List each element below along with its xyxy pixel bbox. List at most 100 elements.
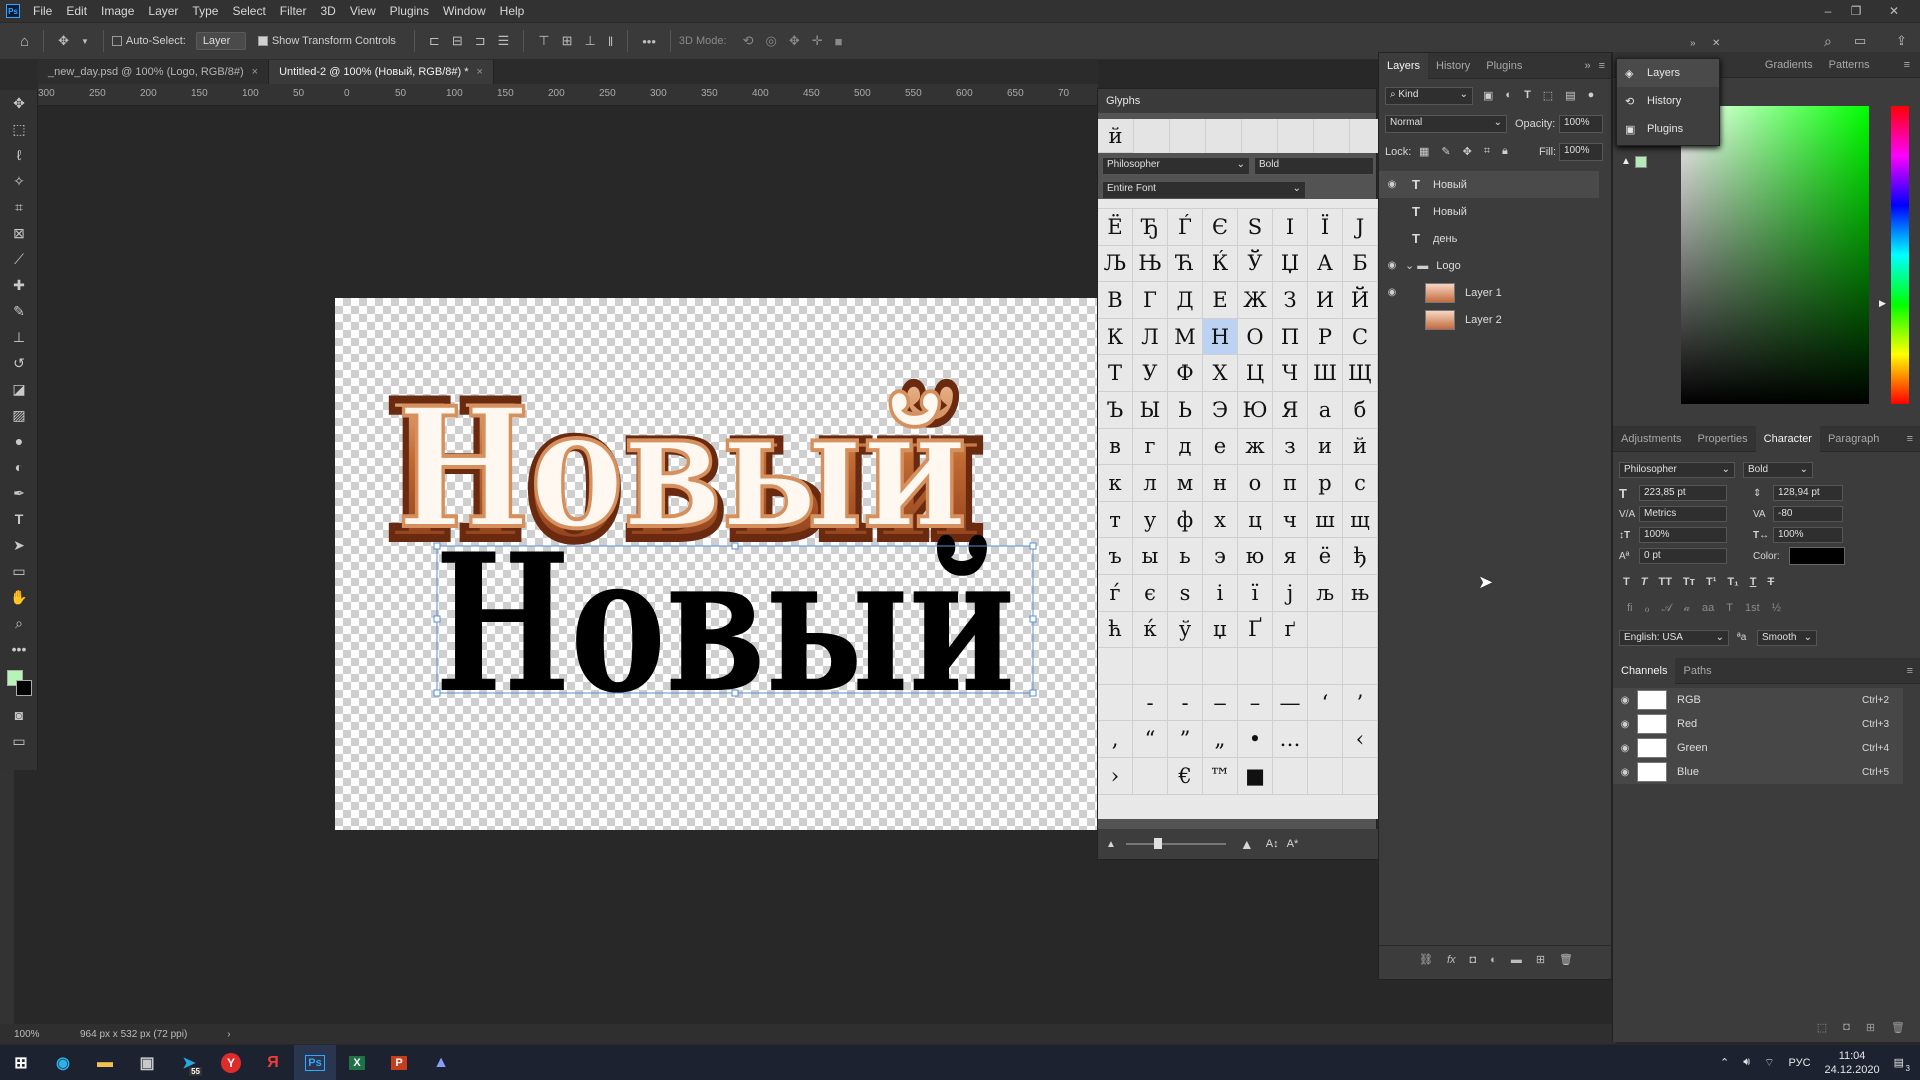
tab-character[interactable]: Character	[1755, 425, 1820, 452]
glyph-cell[interactable]: ш	[1308, 501, 1343, 539]
glyph-cell[interactable]	[1343, 611, 1378, 649]
edge-icon[interactable]: ◉	[42, 1045, 84, 1080]
glyph-cell[interactable]: Й	[1343, 282, 1378, 319]
menu-image[interactable]: Image	[94, 0, 141, 22]
folder-icon[interactable]: ⌄ ▬	[1405, 259, 1428, 272]
marquee-tool-icon[interactable]: ⬚	[0, 116, 38, 142]
glyph-cell[interactable]: н	[1203, 465, 1238, 502]
glyph-cell[interactable]: ‐	[1133, 684, 1168, 722]
glyph-cell[interactable]	[1203, 648, 1238, 685]
glyph-cell[interactable]	[1273, 758, 1308, 795]
glyph-cell[interactable]: ж	[1238, 428, 1273, 466]
align-bottom-icon[interactable]: ⊥	[585, 33, 596, 49]
glyph-cell[interactable]	[1098, 684, 1133, 722]
glyph-cell[interactable]: п	[1273, 465, 1308, 502]
glyph-cell[interactable]	[1308, 611, 1343, 649]
filter-smart-icon[interactable]: ▤	[1565, 89, 1575, 102]
path-selection-icon[interactable]: ➤	[0, 532, 38, 558]
glyph-cell[interactable]: є	[1133, 575, 1168, 612]
menu-file[interactable]: File	[26, 0, 59, 22]
glyph-cell[interactable]: ‒	[1203, 684, 1238, 722]
tab-plugins[interactable]: Plugins	[1478, 53, 1530, 79]
glyph-cell[interactable]: ѓ	[1098, 575, 1133, 612]
lock-all-icon[interactable]: 🔒︎	[1502, 145, 1508, 158]
close-icon[interactable]: ✕	[1880, 0, 1908, 22]
flyout-close-icon[interactable]: ✕	[1712, 38, 1720, 49]
layer-row[interactable]: Tдень	[1379, 225, 1599, 252]
glyph-cell[interactable]	[1308, 648, 1343, 685]
3d-slide-icon[interactable]: ✛	[812, 33, 823, 49]
eraser-icon[interactable]: ◪	[0, 376, 38, 402]
close-tab-icon[interactable]: ×	[476, 66, 482, 78]
transform-handle[interactable]	[433, 689, 441, 697]
delete-layer-icon[interactable]: 🗑︎	[1559, 953, 1573, 966]
eyedropper-icon[interactable]: ⟋	[0, 246, 38, 272]
glyph-cell[interactable]: Ц	[1238, 355, 1273, 392]
healing-brush-icon[interactable]: ✚	[0, 272, 38, 298]
yandex-icon[interactable]: Я	[252, 1045, 294, 1080]
align-right-icon[interactable]: ⊐	[475, 33, 486, 49]
panel-menu-icon[interactable]: ≡	[1907, 665, 1913, 677]
tab-adjustments[interactable]: Adjustments	[1613, 426, 1690, 452]
filter-toggle-icon[interactable]: ●	[1588, 89, 1595, 102]
glyph-cell[interactable]: ѕ	[1168, 575, 1203, 612]
glyph-cell[interactable]: J	[1343, 209, 1378, 246]
leading-input[interactable]: 128,94 pt	[1773, 485, 1843, 501]
gradient-tool-icon[interactable]: ▨	[0, 402, 38, 428]
new-group-icon[interactable]: ▬	[1511, 954, 1522, 966]
magic-wand-icon[interactable]: ✧	[0, 168, 38, 194]
brush-tool-icon[interactable]: ✎	[0, 298, 38, 324]
glyph-cell[interactable]: К	[1098, 318, 1133, 356]
channel-row[interactable]: ◉ RGB Ctrl+2	[1613, 688, 1903, 712]
glyph-cell[interactable]: њ	[1343, 575, 1378, 612]
glyph-cell[interactable]: ў	[1168, 611, 1203, 649]
glyph-cell[interactable]: В	[1098, 282, 1133, 319]
status-arrow-icon[interactable]: ›	[227, 1029, 230, 1040]
glyph-cell[interactable]: М	[1168, 318, 1203, 356]
glyph-cell[interactable]: Љ	[1098, 245, 1133, 283]
transform-handle[interactable]	[731, 542, 739, 550]
subscript-icon[interactable]: T₁	[1727, 576, 1738, 588]
3d-orbit-icon[interactable]: ⟲	[743, 33, 754, 49]
glyph-cell[interactable]: Ў	[1238, 245, 1273, 283]
glyph-size-slider[interactable]	[1125, 838, 1226, 849]
ligature-icon[interactable]: ﬁ	[1627, 602, 1633, 615]
glyph-cell[interactable]	[1343, 758, 1378, 795]
layer-row[interactable]: ◉ Layer 1	[1379, 279, 1599, 306]
3d-camera-icon[interactable]: ■	[835, 34, 843, 49]
hue-pointer-icon[interactable]: ▶	[1879, 298, 1886, 309]
yandex-browser-icon[interactable]: Y	[210, 1045, 252, 1080]
hand-tool-icon[interactable]: ✋	[0, 584, 38, 610]
dodge-tool-icon[interactable]: ◐	[0, 454, 38, 480]
glyph-cell[interactable]: Ч	[1273, 355, 1308, 392]
visibility-eye-icon[interactable]: ◉	[1613, 743, 1637, 754]
glyph-cell[interactable]: ‚	[1098, 721, 1133, 758]
glyph-cell[interactable]: џ	[1203, 611, 1238, 649]
glyph-cell[interactable]: Г	[1133, 282, 1168, 319]
glyph-cell[interactable]: Є	[1203, 209, 1238, 246]
photoshop-logo-icon[interactable]: Ps	[6, 4, 20, 18]
chevron-down-icon[interactable]: ▼	[81, 37, 89, 46]
glyph-cell[interactable]: А	[1308, 245, 1343, 283]
align-center-icon[interactable]: ⊟	[452, 33, 463, 49]
lock-position-icon[interactable]: ✥	[1463, 145, 1472, 158]
glyph-cell[interactable]: Ф	[1168, 355, 1203, 392]
glyph-cell[interactable]: Џ	[1273, 245, 1308, 283]
glyph-cell[interactable]: в	[1098, 428, 1133, 466]
flyout-history[interactable]: ⟲ History	[1617, 87, 1719, 115]
zoom-level[interactable]: 100%	[14, 1029, 62, 1040]
3d-pan-icon[interactable]: ✥	[789, 33, 800, 49]
current-color-swatch[interactable]	[1635, 156, 1647, 168]
glyph-cell[interactable]: Ѓ	[1168, 209, 1203, 246]
transform-handle[interactable]	[433, 615, 441, 623]
visibility-eye-icon[interactable]: ◉	[1613, 695, 1637, 706]
lock-transparent-icon[interactable]: ▦	[1419, 145, 1429, 158]
glyph-cell[interactable]: Ш	[1308, 355, 1343, 392]
3d-roll-icon[interactable]: ◎	[766, 33, 777, 49]
visibility-eye-icon[interactable]: ◉	[1613, 767, 1637, 778]
glyph-cell[interactable]: и	[1308, 428, 1343, 466]
lasso-tool-icon[interactable]: ℓ	[0, 142, 38, 168]
tab-paths[interactable]: Paths	[1675, 658, 1719, 684]
glyph-cell[interactable]: ‘	[1308, 684, 1343, 722]
opacity-input[interactable]: 100%	[1559, 115, 1603, 133]
